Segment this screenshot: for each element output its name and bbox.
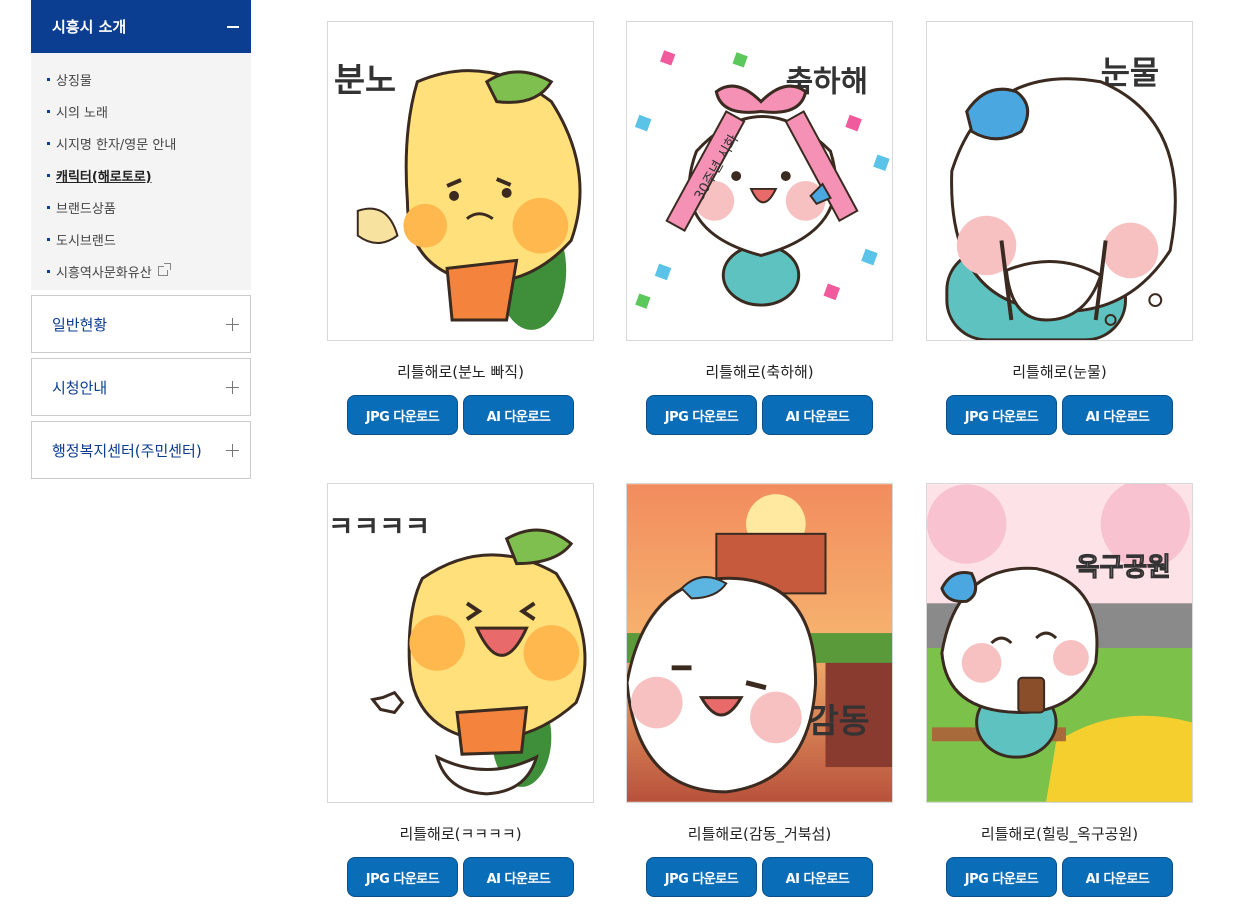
svg-text:옥구공원: 옥구공원 [1076,553,1171,583]
ai-download-button[interactable]: AI 다운로드 [1062,857,1173,897]
bullet-icon [47,173,50,177]
character-caption: 리틀해로(눈물) [1012,363,1107,381]
character-image[interactable]: 감동 [626,483,893,803]
ai-download-button[interactable]: AI 다운로드 [762,395,873,435]
submenu-item-brand-goods[interactable]: 브랜드상품 [31,191,251,223]
gallery-card: 눈물 리틀해로(눈물) JPG 다운로드 AI 다운로드 [926,21,1193,435]
bullet-icon [47,269,50,273]
character-caption: 리틀해로(감동_거북섬) [687,825,832,843]
ai-download-button[interactable]: AI 다운로드 [1062,395,1173,435]
gallery-card: 감동 리틀해로(감동_거북섬) JPG 다운로드 AI 다운로드 [626,483,893,897]
character-illustration: 감동 [627,484,892,802]
character-illustration: 옥구공원 [927,484,1192,802]
gallery-card: ㅋㅋㅋㅋ 리틀해로(ㅋㅋㅋㅋ) JPG 다운로드 AI 다운로드 [327,483,594,897]
character-image[interactable]: 축하해 30주년 시화 [626,21,893,341]
submenu-item-symbol[interactable]: 상징물 [31,63,251,95]
bullet-icon [47,109,50,113]
character-caption: 리틀해로(축하해) [705,363,814,381]
gallery-card: 축하해 30주년 시화 리틀해로(축하해) JPG 다운로드 AI 다운로드 [626,21,893,435]
character-image[interactable]: 옥구공원 [926,483,1193,803]
ai-download-button[interactable]: AI 다운로드 [463,857,574,897]
expand-icon[interactable] [226,380,239,394]
bullet-icon [47,205,50,209]
character-image[interactable]: ㅋㅋㅋㅋ [327,483,594,803]
sidebar: 시흥시 소개 상징물 시의 노래 시지명 한자/영문 안내 캐릭터(해로토로) … [31,0,251,479]
submenu-item-names[interactable]: 시지명 한자/영문 안내 [31,127,251,159]
gallery-card: 옥구공원 리틀해로(힐링_옥구공원) JPG 다운로드 AI 다운로드 [926,483,1193,897]
menu-community-center[interactable]: 행정복지센터(주민센터) [31,421,251,479]
jpg-download-button[interactable]: JPG 다운로드 [646,857,757,897]
svg-text:감동: 감동 [808,701,870,740]
jpg-download-button[interactable]: JPG 다운로드 [646,395,757,435]
submenu-item-song[interactable]: 시의 노래 [31,95,251,127]
menu-general-status[interactable]: 일반현황 [31,295,251,353]
expand-icon[interactable] [226,443,239,457]
character-image[interactable]: 분노 [327,21,594,341]
jpg-download-button[interactable]: JPG 다운로드 [946,857,1057,897]
external-link-icon [157,263,171,276]
collapse-icon[interactable] [227,25,239,28]
jpg-download-button[interactable]: JPG 다운로드 [946,395,1057,435]
submenu-item-heritage[interactable]: 시흥역사문화유산 [31,255,251,287]
jpg-download-button[interactable]: JPG 다운로드 [347,395,458,435]
submenu-item-character[interactable]: 캐릭터(해로토로) [31,159,251,191]
submenu-item-city-brand[interactable]: 도시브랜드 [31,223,251,255]
character-illustration: 분노 [334,61,582,330]
bullet-icon [47,141,50,145]
character-caption: 리틀해로(힐링_옥구공원) [980,825,1139,843]
menu-section-title: 시흥시 소개 [52,18,127,36]
menu-section-intro[interactable]: 시흥시 소개 [31,0,251,53]
character-illustration: 축하해 30주년 시화 [634,50,890,309]
jpg-download-button[interactable]: JPG 다운로드 [347,857,458,897]
ai-download-button[interactable]: AI 다운로드 [463,395,574,435]
submenu-list: 상징물 시의 노래 시지명 한자/영문 안내 캐릭터(해로토로) 브랜드상품 도… [31,53,251,290]
expand-icon[interactable] [226,317,239,331]
character-caption: 리틀해로(ㅋㅋㅋㅋ) [399,825,522,843]
character-illustration: ㅋㅋㅋㅋ [328,510,587,796]
svg-text:분노: 분노 [334,61,396,100]
menu-city-hall[interactable]: 시청안내 [31,358,251,416]
character-caption: 리틀해로(분노 빠직) [397,363,524,381]
gallery-card: 분노 리틀해로(분노 빠직) JPG 다운로드 AI 다운로드 [327,21,594,435]
ai-download-button[interactable]: AI 다운로드 [762,857,873,897]
bullet-icon [47,237,50,241]
svg-text:ㅋㅋㅋㅋ: ㅋㅋㅋㅋ [328,510,430,543]
bullet-icon [47,77,50,81]
character-image[interactable]: 눈물 [926,21,1193,341]
character-illustration: 눈물 [945,56,1177,340]
